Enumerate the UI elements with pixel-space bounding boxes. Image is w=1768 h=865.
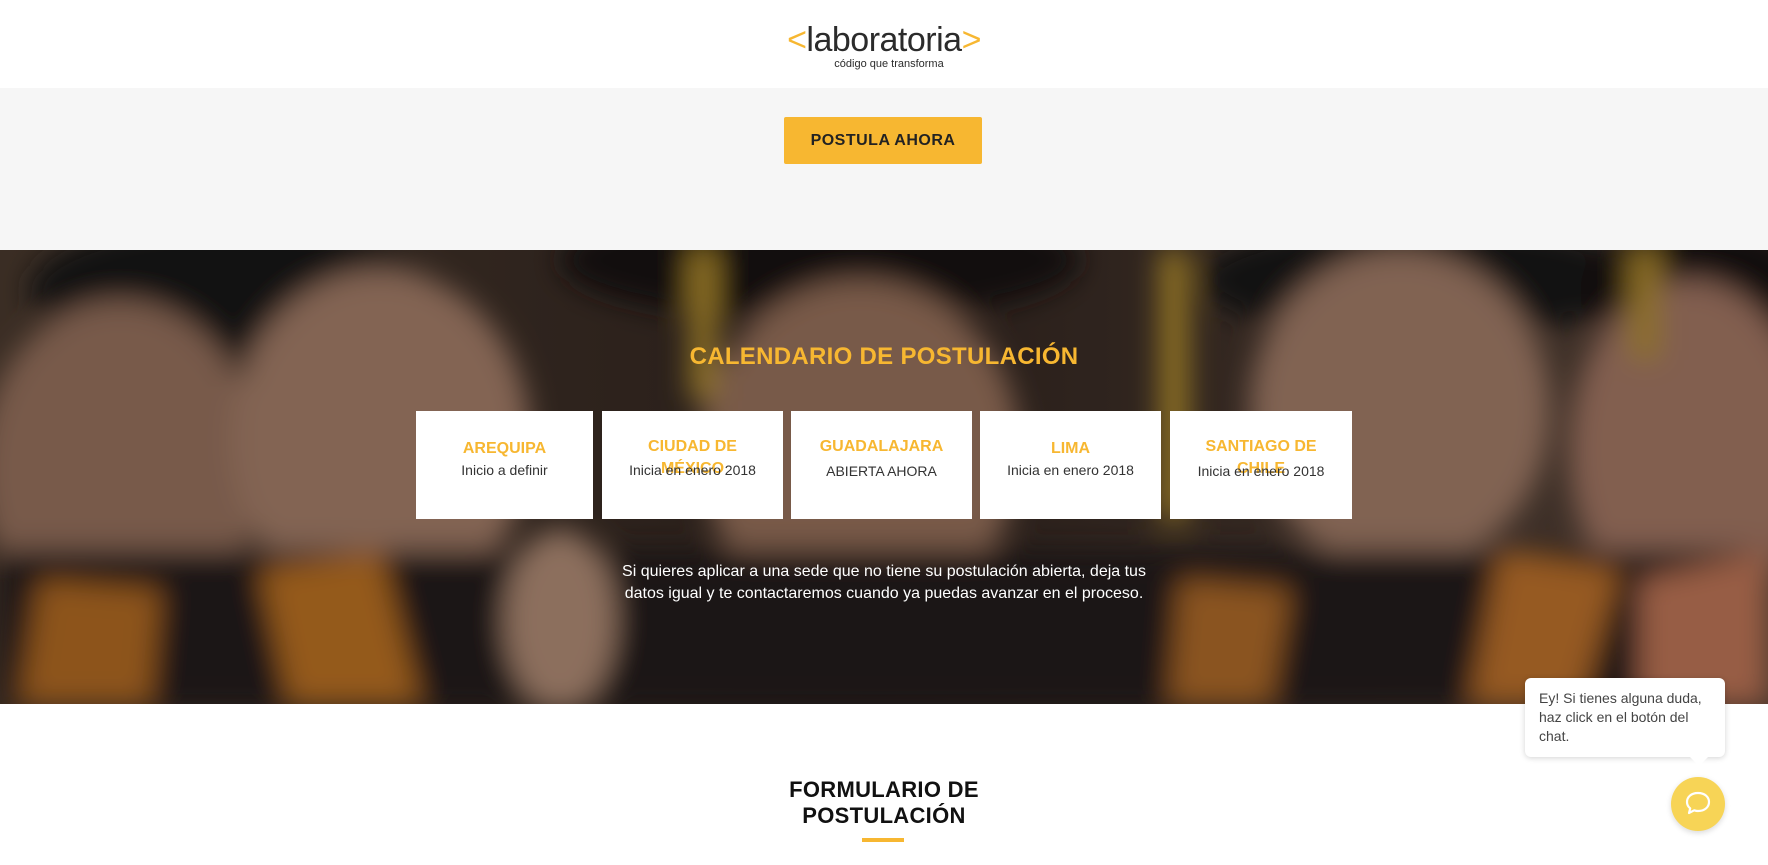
postula-ahora-button[interactable]: POSTULA AHORA: [784, 117, 982, 164]
chat-tooltip-tail: [1689, 756, 1709, 766]
campus-card-city: LIMA: [1050, 440, 1091, 457]
site-header: <laboratoria> código que transforma: [0, 0, 1768, 88]
campus-card-city: AREQUIPA: [462, 440, 547, 457]
logo-word: laboratoria: [806, 21, 962, 59]
campus-card-ciudad-de-mexico[interactable]: CIUDAD DE MÉXICO Inicia en enero 2018: [602, 411, 783, 519]
campus-card-lima[interactable]: LIMA Inicia en enero 2018: [980, 411, 1161, 519]
chat-tooltip: Ey! Si tienes alguna duda, haz click en …: [1525, 678, 1725, 757]
campus-card-status: Inicia en enero 2018: [629, 462, 756, 478]
form-title-line-1: FORMULARIO DE: [789, 777, 979, 802]
campus-card-status: ABIERTA AHORA: [826, 463, 937, 479]
logo-close-bracket: >: [961, 21, 982, 59]
cta-section: POSTULA AHORA: [0, 88, 1768, 250]
campus-card-status: Inicio a definir: [461, 462, 548, 478]
chat-button[interactable]: [1671, 777, 1725, 831]
calendar-title: CALENDARIO DE POSTULACIÓN: [689, 343, 1079, 370]
form-title: FORMULARIO DE POSTULACIÓN: [0, 777, 1768, 829]
campus-card-status: Inicia en enero 2018: [1007, 462, 1134, 478]
campus-card-arequipa[interactable]: AREQUIPA Inicio a definir: [416, 411, 593, 519]
campus-card-santiago-de-chile[interactable]: SANTIAGO DE CHILE Inicia en enero 2018: [1170, 411, 1352, 519]
calendar-hero: CALENDARIO DE POSTULACIÓN AREQUIPA Inici…: [0, 250, 1768, 704]
laboratoria-logo[interactable]: <laboratoria> código que transforma: [0, 20, 1768, 70]
calendar-note: Si quieres aplicar a una sede que no tie…: [622, 563, 1146, 602]
logo-tagline: código que transforma: [834, 58, 944, 70]
form-title-underline: [862, 838, 904, 842]
campus-card-guadalajara[interactable]: GUADALAJARA ABIERTA AHORA: [791, 411, 972, 519]
campus-card-status: Inicia en enero 2018: [1197, 463, 1325, 479]
chat-icon: [1684, 790, 1712, 819]
campus-card-city: GUADALAJARA: [819, 438, 944, 455]
logo-open-bracket: <: [787, 21, 807, 59]
logo-wordmark: <laboratoria>: [0, 20, 1768, 60]
form-title-line-2: POSTULACIÓN: [802, 803, 966, 828]
